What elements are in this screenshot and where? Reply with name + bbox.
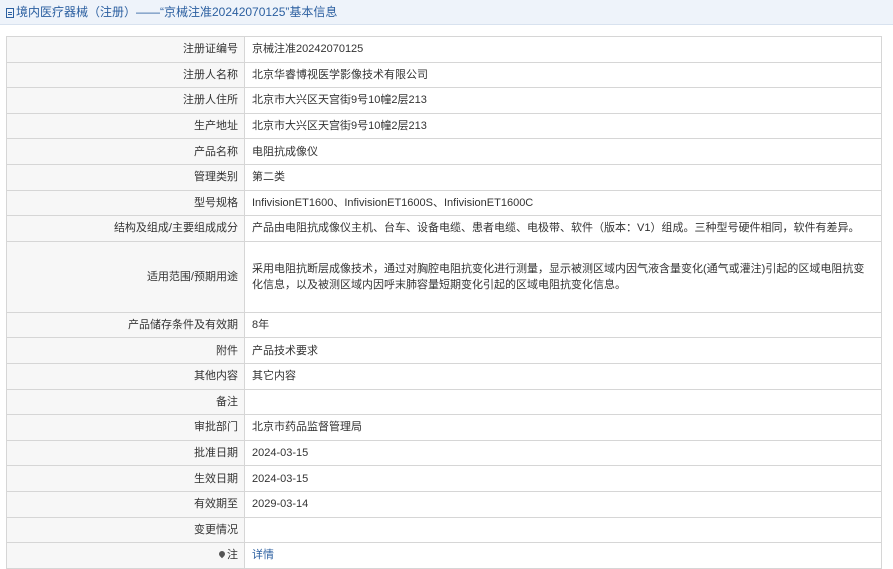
- table-row-note: 注 详情: [6, 542, 882, 569]
- row-value: 产品由电阻抗成像仪主机、台车、设备电缆、患者电缆、电极带、软件（版本：V1）组成…: [244, 215, 882, 242]
- row-value: [244, 388, 882, 416]
- row-value: 北京市大兴区天宫街9号10幢2层213: [244, 112, 882, 140]
- table-row: 注册人名称 北京华睿博视医学影像技术有限公司: [6, 61, 882, 89]
- table-row: 附件 产品技术要求: [6, 337, 882, 364]
- table-row: 有效期至 2029-03-14: [6, 490, 882, 518]
- registration-info-table: 注册证编号 京械注准20242070125 注册人名称 北京华睿博视医学影像技术…: [6, 36, 882, 569]
- table-row: 管理类别 第二类: [6, 163, 882, 191]
- row-label: 批准日期: [6, 439, 245, 467]
- row-value: InfivisionET1600、InfivisionET1600S、Infiv…: [244, 189, 882, 217]
- row-value: 2024-03-15: [244, 439, 882, 467]
- pin-icon: [217, 550, 227, 559]
- row-value: 产品技术要求: [244, 337, 882, 364]
- row-label: 其他内容: [6, 362, 245, 390]
- row-value: 电阻抗成像仪: [244, 138, 882, 165]
- row-value: [244, 516, 882, 544]
- row-label: 结构及组成/主要组成成分: [6, 215, 245, 242]
- row-label: 管理类别: [6, 163, 245, 191]
- row-label: 审批部门: [6, 414, 245, 441]
- row-label: 适用范围/预期用途: [6, 240, 245, 313]
- page-title: 境内医疗器械（注册）——“京械注准20242070125”基本信息: [16, 5, 338, 19]
- row-label: 有效期至: [6, 490, 245, 518]
- row-label: 附件: [6, 337, 245, 364]
- row-label: 注册人名称: [6, 61, 245, 89]
- table-row: 产品名称 电阻抗成像仪: [6, 138, 882, 165]
- table-row: 型号规格 InfivisionET1600、InfivisionET1600S、…: [6, 189, 882, 217]
- row-label: 变更情况: [6, 516, 245, 544]
- table-row: 备注: [6, 388, 882, 416]
- table-row: 产品储存条件及有效期 8年: [6, 311, 882, 339]
- row-value: 采用电阻抗断层成像技术，通过对胸腔电阻抗变化进行测量，显示被测区域内因气液含量变…: [244, 240, 882, 313]
- row-label: 产品名称: [6, 138, 245, 165]
- table-row: 结构及组成/主要组成成分 产品由电阻抗成像仪主机、台车、设备电缆、患者电缆、电极…: [6, 215, 882, 242]
- row-label: 注册人住所: [6, 87, 245, 114]
- row-label: 生产地址: [6, 112, 245, 140]
- table-row: 批准日期 2024-03-15: [6, 439, 882, 467]
- row-label: 生效日期: [6, 465, 245, 492]
- row-value: 2024-03-15: [244, 465, 882, 492]
- table-row: 生产地址 北京市大兴区天宫街9号10幢2层213: [6, 112, 882, 140]
- table-row: 其他内容 其它内容: [6, 362, 882, 390]
- row-value: 8年: [244, 311, 882, 339]
- note-label: 注: [227, 549, 238, 562]
- row-value: 北京市大兴区天宫街9号10幢2层213: [244, 87, 882, 114]
- table-row: 注册证编号 京械注准20242070125: [6, 36, 882, 63]
- note-value-cell: 详情: [244, 542, 882, 569]
- row-label: 产品储存条件及有效期: [6, 311, 245, 339]
- row-value: 第二类: [244, 163, 882, 191]
- row-label: 注册证编号: [6, 36, 245, 63]
- row-value: 北京华睿博视医学影像技术有限公司: [244, 61, 882, 89]
- details-link[interactable]: 详情: [252, 549, 274, 561]
- row-label: 型号规格: [6, 189, 245, 217]
- table-row: 审批部门 北京市药品监督管理局: [6, 414, 882, 441]
- row-label: 备注: [6, 388, 245, 416]
- row-value: 北京市药品监督管理局: [244, 414, 882, 441]
- page-header: 境内医疗器械（注册）——“京械注准20242070125”基本信息: [0, 0, 893, 25]
- table-row: 注册人住所 北京市大兴区天宫街9号10幢2层213: [6, 87, 882, 114]
- note-label-cell: 注: [6, 542, 245, 569]
- row-value: 京械注准20242070125: [244, 36, 882, 63]
- document-icon: [6, 8, 14, 18]
- table-row: 变更情况: [6, 516, 882, 544]
- table-row: 生效日期 2024-03-15: [6, 465, 882, 492]
- table-row: 适用范围/预期用途 采用电阻抗断层成像技术，通过对胸腔电阻抗变化进行测量，显示被…: [6, 240, 882, 313]
- row-value: 其它内容: [244, 362, 882, 390]
- row-value: 2029-03-14: [244, 490, 882, 518]
